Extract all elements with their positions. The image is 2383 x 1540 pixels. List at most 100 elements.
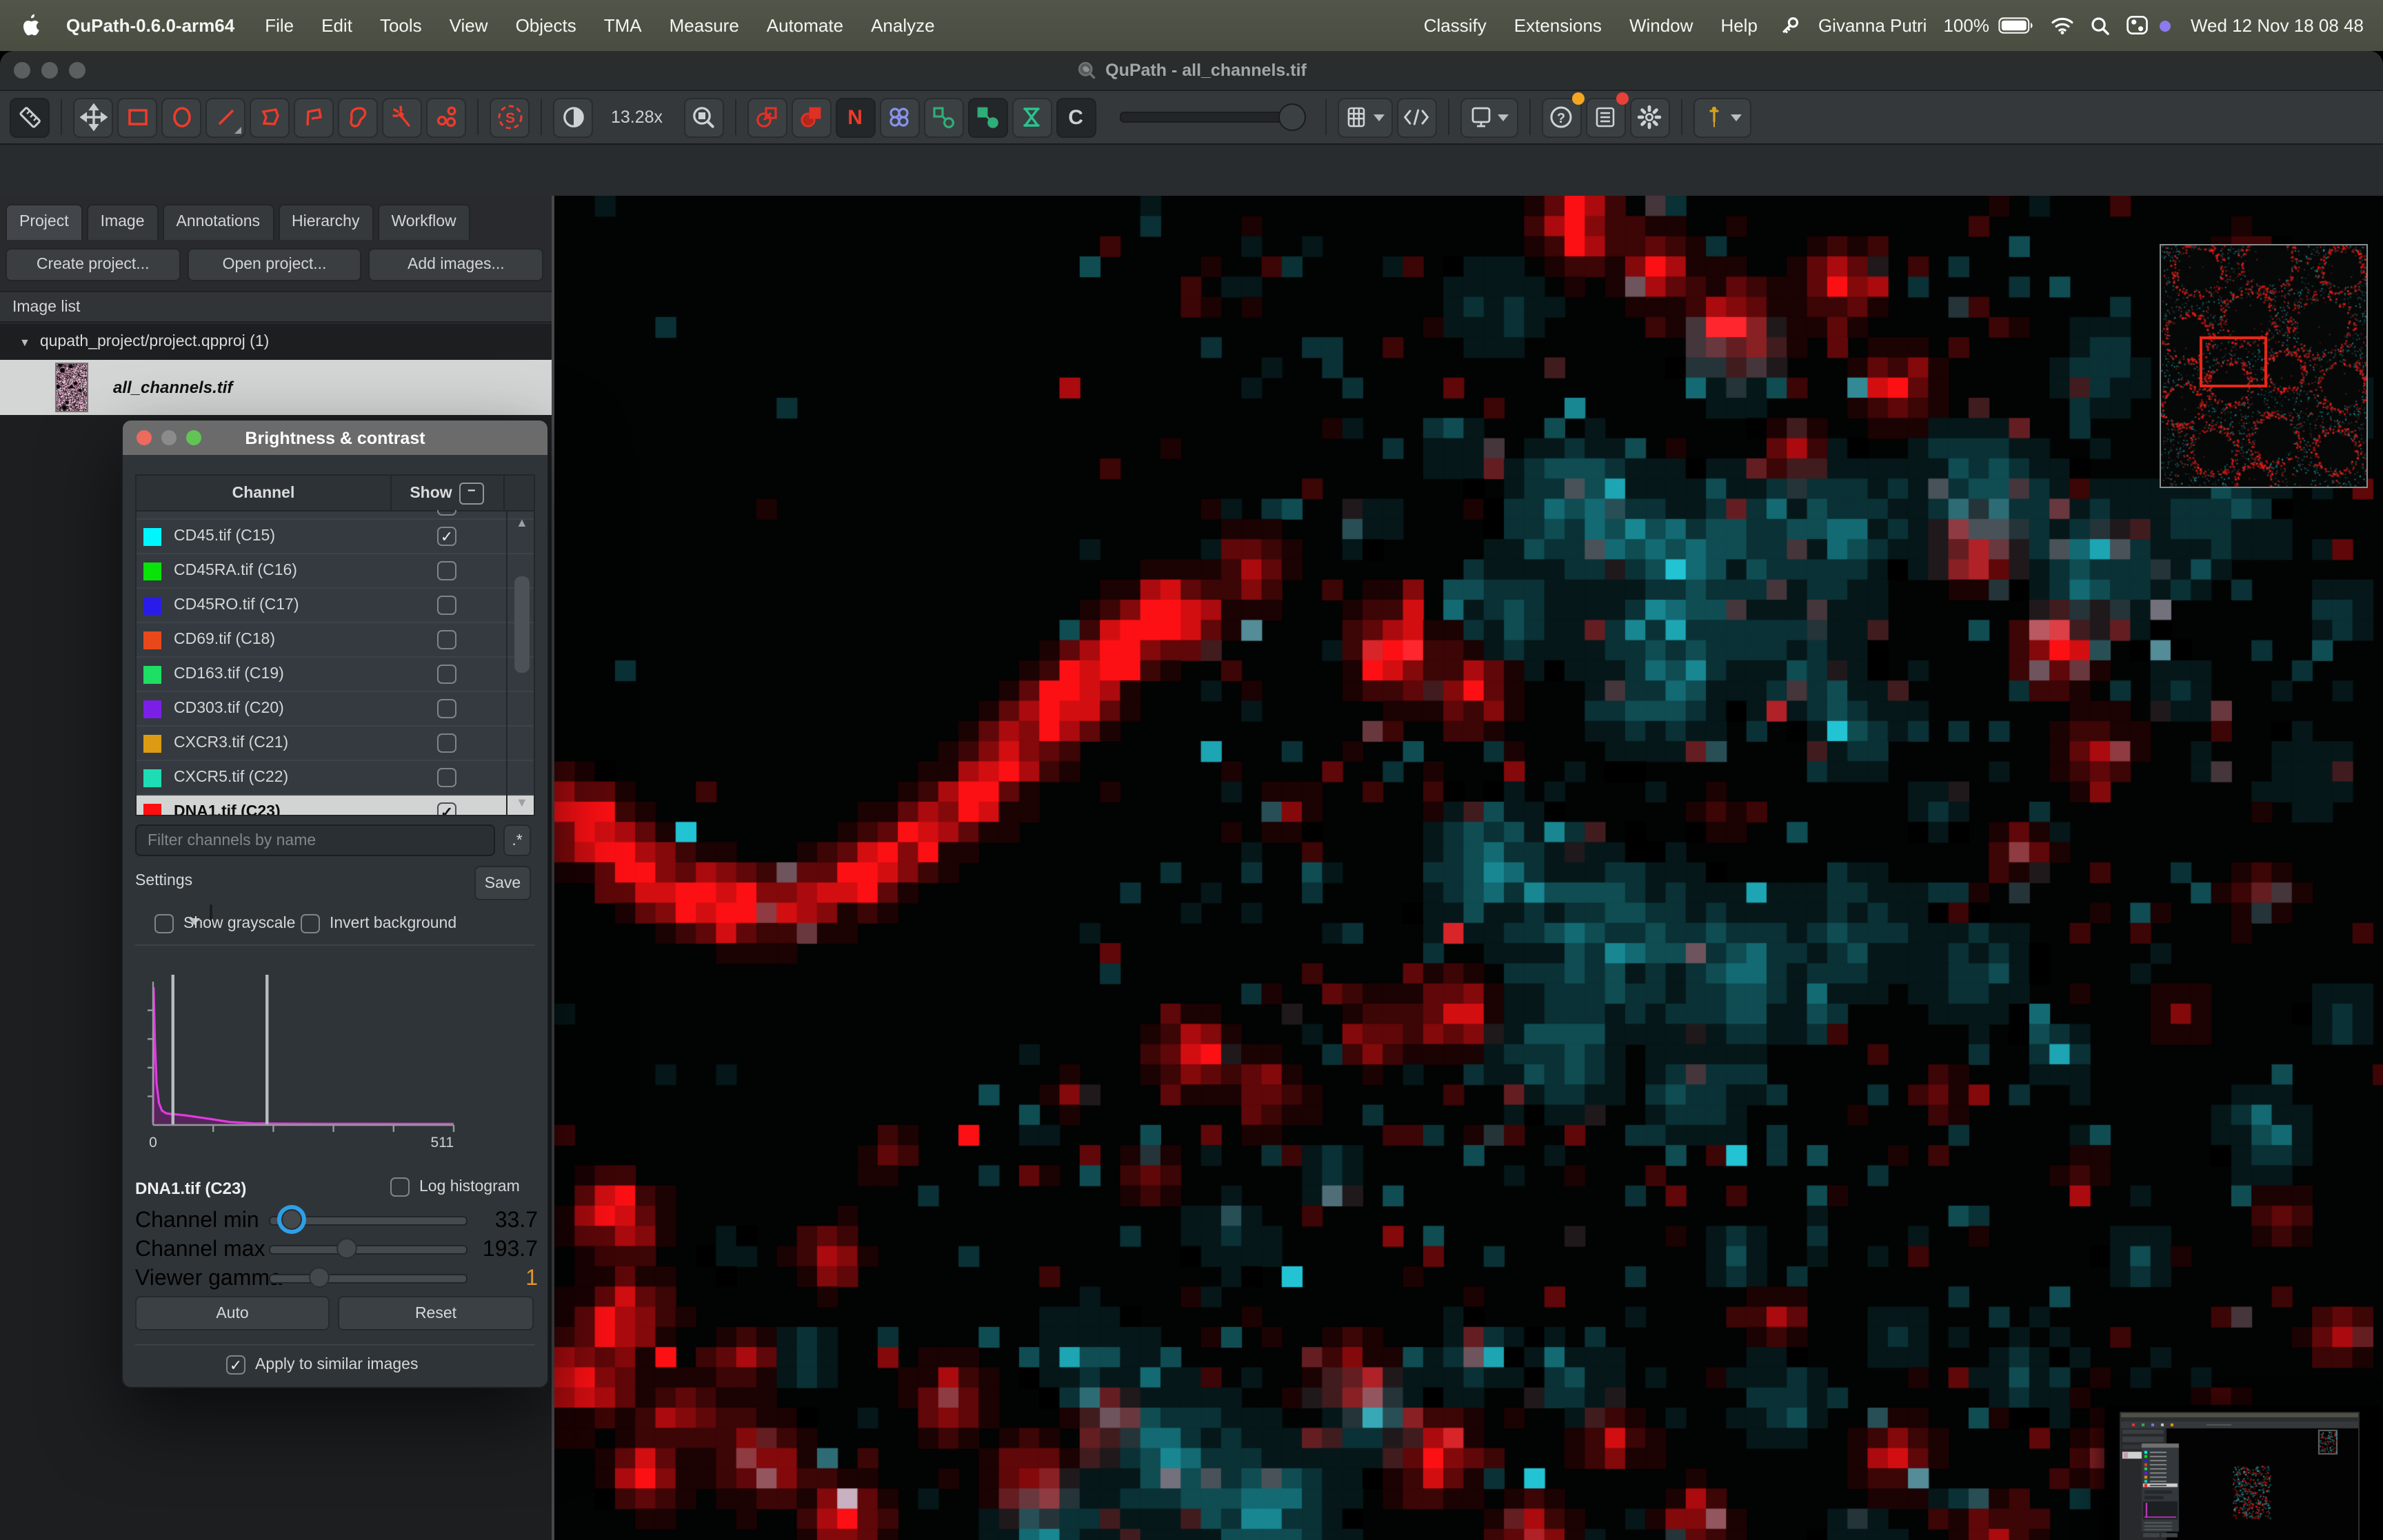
channel-visible-checkbox[interactable] — [437, 768, 456, 787]
script-editor-button[interactable] — [1396, 97, 1436, 137]
pin-tool-button[interactable] — [1693, 97, 1751, 137]
channel-visible-checkbox[interactable] — [437, 665, 456, 684]
image-viewer[interactable]: 10 px — [554, 196, 2383, 1540]
channel-row[interactable]: CD303.tif (C20) — [137, 692, 534, 727]
measurement-table-button[interactable] — [1337, 97, 1392, 137]
fill-detections-button[interactable] — [923, 97, 963, 137]
wand-tool-button[interactable] — [382, 97, 422, 137]
menu-app-name[interactable]: QuPath-0.6.0-arm64 — [50, 15, 251, 36]
show-column-minus-button[interactable]: − — [459, 482, 484, 504]
show-pixel-classification-button[interactable]: C — [1056, 97, 1096, 137]
help-button[interactable]: ? — [1541, 97, 1581, 137]
menu-edit[interactable]: Edit — [308, 15, 366, 36]
channel-color-swatch[interactable] — [143, 700, 161, 718]
preferences-button[interactable] — [1629, 97, 1669, 137]
window-titlebar[interactable]: QuPath - all_channels.tif — [0, 51, 2383, 91]
scrollbar-up-icon[interactable]: ▲ — [516, 516, 528, 529]
channel-visible-checkbox[interactable] — [437, 733, 456, 753]
channel-color-swatch[interactable] — [143, 596, 161, 614]
show-grayscale-control[interactable]: Show grayscale — [154, 914, 295, 933]
channel-color-swatch[interactable] — [143, 631, 161, 649]
viewer-display-button[interactable] — [1460, 97, 1518, 137]
polyline-tool-button[interactable] — [294, 97, 334, 137]
tab-annotations[interactable]: Annotations — [163, 204, 274, 240]
channel-row[interactable]: CXCR5.tif (C22) — [137, 761, 534, 796]
add-images-button[interactable]: Add images... — [369, 248, 543, 281]
channel-table-scrollbar[interactable]: ▲ ▼ — [506, 510, 535, 815]
overview-map[interactable] — [2160, 244, 2368, 488]
save-settings-button[interactable]: Save — [474, 866, 531, 900]
auto-button[interactable]: Auto — [135, 1296, 330, 1330]
measure-tool-button[interactable] — [10, 97, 50, 137]
menu-view[interactable]: View — [436, 15, 502, 36]
apply-similar-checkbox[interactable]: ✓ — [226, 1355, 245, 1375]
reset-button[interactable]: Reset — [338, 1296, 534, 1330]
channel-min-thumb[interactable] — [282, 1209, 303, 1230]
move-tool-button[interactable] — [73, 97, 113, 137]
channel-visible-checkbox[interactable] — [437, 510, 456, 516]
channel-color-swatch[interactable] — [143, 734, 161, 752]
image-list-item-selected[interactable]: all_channels.tif — [0, 360, 552, 415]
tab-hierarchy[interactable]: Hierarchy — [278, 204, 373, 240]
channel-column-header[interactable]: Channel — [137, 476, 390, 510]
overview-viewport-rectangle[interactable] — [2200, 336, 2267, 387]
viewer-gamma-slider[interactable] — [269, 1274, 467, 1284]
log-histogram-checkbox[interactable] — [390, 1177, 410, 1197]
scrollbar-thumb[interactable] — [514, 576, 530, 673]
menubar-user-name[interactable]: Givanna Putri — [1810, 15, 1935, 36]
scrollbar-down-icon[interactable]: ▼ — [516, 796, 528, 809]
channel-color-swatch[interactable] — [143, 665, 161, 683]
selection-mode-button[interactable]: S — [490, 97, 530, 137]
password-manager-icon[interactable] — [1771, 14, 1810, 37]
channel-color-swatch[interactable] — [143, 527, 161, 545]
menu-objects[interactable]: Objects — [502, 15, 590, 36]
ellipse-tool-button[interactable] — [161, 97, 201, 137]
menu-measure[interactable]: Measure — [656, 15, 753, 36]
open-project-button[interactable]: Open project... — [187, 248, 361, 281]
menu-analyze[interactable]: Analyze — [857, 15, 949, 36]
show-tma-grid-button[interactable] — [1012, 97, 1052, 137]
channel-max-slider[interactable] — [269, 1245, 467, 1255]
channel-color-swatch[interactable] — [143, 803, 161, 816]
menu-file[interactable]: File — [251, 15, 308, 36]
menubar-clock[interactable]: Wed 12 Nov 18 08 48 — [2180, 15, 2375, 36]
apply-similar-control[interactable]: ✓ Apply to similar images — [226, 1355, 418, 1375]
spotlight-search-icon[interactable] — [2083, 16, 2119, 35]
channel-row[interactable]: CD69.tif (C18) — [137, 623, 534, 658]
invert-background-control[interactable]: Invert background — [301, 914, 456, 933]
menu-automate[interactable]: Automate — [753, 15, 857, 36]
show-column-header[interactable]: Show — [410, 485, 452, 501]
show-names-button[interactable]: N — [835, 97, 875, 137]
dialog-titlebar[interactable]: Brightness & contrast — [123, 421, 547, 455]
tab-workflow[interactable]: Workflow — [377, 204, 470, 240]
fill-annotations-button[interactable] — [791, 97, 831, 137]
filter-channels-input[interactable] — [135, 824, 495, 856]
opacity-slider[interactable] — [1119, 112, 1294, 123]
project-tree-root[interactable]: ▼ qupath_project/project.qpproj (1) — [0, 324, 552, 360]
brightness-contrast-button[interactable] — [553, 97, 593, 137]
channel-row[interactable]: CD163.tif (C19) — [137, 658, 534, 692]
channel-color-swatch[interactable] — [143, 769, 161, 787]
channel-visible-checkbox[interactable]: ✓ — [437, 802, 456, 816]
show-grayscale-checkbox[interactable] — [154, 914, 174, 933]
points-tool-button[interactable] — [426, 97, 466, 137]
menu-extensions[interactable]: Extensions — [1500, 15, 1616, 36]
menu-tma[interactable]: TMA — [590, 15, 656, 36]
channel-row-partial[interactable] — [137, 510, 534, 520]
channel-min-slider[interactable] — [269, 1216, 467, 1226]
channel-row[interactable]: CXCR3.tif (C21) — [137, 727, 534, 761]
polygon-tool-button[interactable] — [250, 97, 290, 137]
tab-project[interactable]: Project — [6, 204, 83, 240]
channel-visible-checkbox[interactable] — [437, 561, 456, 580]
control-center-icon[interactable] — [2119, 15, 2180, 36]
channel-visible-checkbox[interactable]: ✓ — [437, 527, 456, 546]
filter-regex-button[interactable]: .* — [503, 824, 531, 856]
show-object-connections-button[interactable] — [967, 97, 1007, 137]
show-annotations-button[interactable] — [747, 97, 787, 137]
invert-background-checkbox[interactable] — [301, 914, 320, 933]
create-project-button[interactable]: Create project... — [6, 248, 180, 281]
channel-color-swatch[interactable] — [143, 562, 161, 580]
menu-tools[interactable]: Tools — [366, 15, 436, 36]
menu-classify[interactable]: Classify — [1410, 15, 1500, 36]
channel-visible-checkbox[interactable] — [437, 630, 456, 649]
